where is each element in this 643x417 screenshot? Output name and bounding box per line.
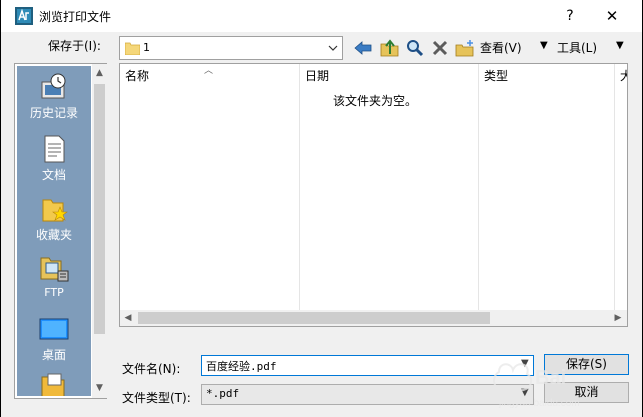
file-list-hscrollbar[interactable]: ◀ ▶ bbox=[120, 310, 627, 326]
empty-folder-message: 该文件夹为空。 bbox=[333, 94, 418, 108]
file-list[interactable]: 名称 ︿ 日期 类型 大 该文件夹为空。 ◀ ▶ bbox=[119, 63, 628, 327]
back-arrow-icon bbox=[354, 41, 372, 55]
place-ftp[interactable]: FTP bbox=[17, 254, 91, 299]
scroll-down-icon[interactable]: ▼ bbox=[92, 380, 107, 396]
autocad-app-icon bbox=[15, 7, 33, 25]
scroll-right-icon[interactable]: ▶ bbox=[610, 310, 626, 326]
watermark-brand: Bai bbox=[535, 367, 566, 389]
places-scroll-thumb[interactable] bbox=[94, 84, 105, 334]
column-header-name[interactable]: 名称 ︿ bbox=[120, 66, 299, 86]
delete-button[interactable] bbox=[429, 37, 451, 59]
up-folder-icon bbox=[380, 39, 399, 57]
tools-menu-caret-icon[interactable]: ▼ bbox=[616, 40, 624, 51]
watermark-url: jingyan.baidu.com bbox=[498, 398, 580, 409]
help-button[interactable]: ? bbox=[558, 4, 582, 28]
documents-icon bbox=[44, 135, 65, 163]
save-in-combo[interactable]: 1 bbox=[119, 36, 343, 60]
tools-menu[interactable]: 工具(L) bbox=[557, 39, 597, 56]
history-icon bbox=[41, 73, 66, 99]
favorites-icon bbox=[42, 199, 68, 222]
up-folder-button[interactable] bbox=[379, 37, 401, 59]
place-history[interactable]: 历史记录 bbox=[17, 72, 91, 121]
save-in-label: 保存于(I): bbox=[48, 39, 101, 53]
file-list-scroll-thumb[interactable] bbox=[138, 312, 490, 324]
file-type-select[interactable]: *.pdf bbox=[201, 384, 534, 405]
place-label: 桌面 bbox=[41, 348, 66, 362]
sort-ascending-icon: ︿ bbox=[204, 66, 214, 76]
place-label: 文档 bbox=[41, 168, 66, 182]
back-button[interactable] bbox=[352, 37, 374, 59]
file-type-label: 文件类型(T): bbox=[122, 391, 191, 405]
place-label: FTP bbox=[44, 286, 64, 299]
view-menu[interactable]: 查看(V) bbox=[480, 39, 522, 56]
column-divider[interactable] bbox=[614, 64, 615, 310]
place-desktop[interactable]: 桌面 bbox=[17, 316, 91, 363]
search-icon bbox=[407, 40, 424, 57]
place-more[interactable] bbox=[17, 371, 91, 396]
folder-icon bbox=[125, 42, 140, 55]
save-in-value: 1 bbox=[143, 41, 150, 54]
column-header-type[interactable]: 类型 bbox=[479, 66, 614, 86]
ftp-icon bbox=[40, 257, 69, 282]
new-folder-button[interactable] bbox=[454, 37, 476, 59]
column-divider[interactable] bbox=[299, 64, 300, 310]
scroll-up-icon[interactable]: ▲ bbox=[92, 65, 107, 81]
title-bar: 浏览打印文件 ? ✕ bbox=[1, 0, 642, 32]
close-button[interactable]: ✕ bbox=[599, 4, 625, 28]
window-title: 浏览打印文件 bbox=[39, 10, 112, 24]
delete-x-icon bbox=[432, 40, 448, 56]
column-divider[interactable] bbox=[478, 64, 479, 310]
places-bar: 历史记录 文档 收藏夹 FTP 桌面 ▲ ▼ bbox=[14, 63, 107, 399]
column-header-date[interactable]: 日期 bbox=[300, 66, 478, 86]
desktop-icon bbox=[39, 318, 69, 340]
file-name-label: 文件名(N): bbox=[122, 362, 181, 376]
column-header-size[interactable]: 大 bbox=[615, 66, 627, 86]
place-documents[interactable]: 文档 bbox=[17, 134, 91, 183]
new-folder-icon bbox=[455, 40, 474, 57]
view-menu-caret-icon[interactable]: ▼ bbox=[540, 40, 548, 51]
search-web-button[interactable] bbox=[404, 37, 426, 59]
places-scrollbar[interactable]: ▲ ▼ bbox=[92, 64, 107, 398]
place-favorites[interactable]: 收藏夹 bbox=[17, 194, 91, 243]
place-label: 历史记录 bbox=[29, 106, 78, 120]
chevron-down-icon[interactable] bbox=[327, 41, 339, 55]
column-label: 名称 bbox=[125, 69, 150, 83]
place-label: 收藏夹 bbox=[35, 228, 72, 242]
scroll-left-icon[interactable]: ◀ bbox=[120, 310, 136, 326]
baidu-jingyan-watermark: Bai jingyan.baidu.com bbox=[493, 363, 580, 409]
print-file-dialog: 浏览打印文件 ? ✕ 保存于(I): 1 查看(V) ▼ 工具(L) ▼ 历史记… bbox=[1, 0, 642, 417]
file-name-input[interactable]: 百度经验.pdf bbox=[201, 355, 534, 376]
folder-with-documents-icon bbox=[41, 373, 65, 396]
places-list: 历史记录 文档 收藏夹 FTP 桌面 bbox=[17, 66, 91, 396]
